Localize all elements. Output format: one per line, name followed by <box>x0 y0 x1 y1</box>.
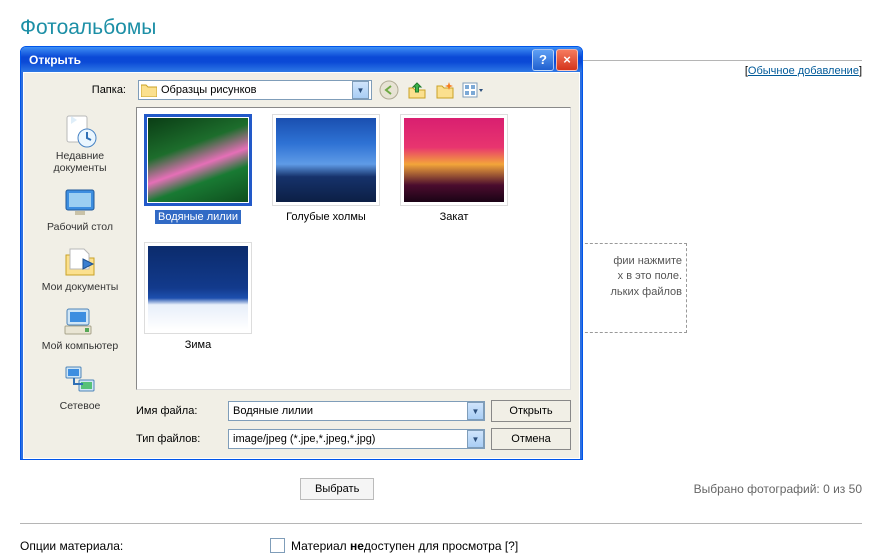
file-list: Водяные лилии Голубые холмы Закат Зима <box>136 107 571 390</box>
place-desktop[interactable]: Рабочий стол <box>31 180 129 238</box>
filetype-value: image/jpeg (*.jpe,*.jpeg,*.jpg) <box>233 433 467 445</box>
chevron-down-icon[interactable]: ▼ <box>467 430 484 448</box>
selection-count: Выбрано фотографий: 0 из 50 <box>694 482 862 496</box>
place-label: Недавние документы <box>33 151 127 174</box>
folder-icon <box>141 83 157 97</box>
plain-add-link[interactable]: Обычное добавление <box>748 65 859 77</box>
open-button[interactable]: Открыть <box>491 400 571 422</box>
place-mydocuments[interactable]: Мои документы <box>31 240 129 298</box>
dialog-title: Открыть <box>29 53 81 67</box>
computer-icon <box>33 303 127 339</box>
file-item[interactable]: Голубые холмы <box>271 114 381 224</box>
drop-hint-line: льких файлов <box>580 285 682 300</box>
place-recent[interactable]: Недавние документы <box>31 109 129 178</box>
file-name: Зима <box>182 338 214 352</box>
folder-label: Папка: <box>34 84 132 96</box>
drop-zone[interactable]: фии нажмите х в это поле. льких файлов <box>575 243 687 333</box>
filename-value: Водяные лилии <box>233 405 467 417</box>
filetype-label: Тип файлов: <box>136 433 222 445</box>
drop-hint-line: х в это поле. <box>580 269 682 284</box>
place-network[interactable]: Сетевое <box>31 359 129 417</box>
page-title: Фотоальбомы <box>20 16 862 40</box>
place-mycomputer[interactable]: Мой компьютер <box>31 299 129 357</box>
file-item[interactable]: Закат <box>399 114 509 224</box>
views-icon[interactable] <box>462 79 484 101</box>
recent-docs-icon <box>33 113 127 149</box>
place-label: Рабочий стол <box>33 222 127 234</box>
help-button[interactable]: ? <box>532 49 554 71</box>
chevron-down-icon[interactable]: ▼ <box>352 81 369 99</box>
close-button[interactable]: × <box>556 49 578 71</box>
folder-value: Образцы рисунков <box>157 84 352 96</box>
file-item[interactable]: Зима <box>143 242 253 352</box>
place-label: Мои документы <box>33 282 127 294</box>
network-icon <box>33 363 127 399</box>
new-folder-icon[interactable] <box>434 79 456 101</box>
desktop-icon <box>33 184 127 220</box>
filename-field[interactable]: Водяные лилии ▼ <box>228 401 485 421</box>
select-button[interactable]: Выбрать <box>300 478 374 500</box>
drop-hint-line: фии нажмите <box>580 254 682 269</box>
cancel-button[interactable]: Отмена <box>491 428 571 450</box>
places-bar: Недавние документы Рабочий стол Мои доку… <box>30 107 130 450</box>
material-unavailable-label: Материал недоступен для просмотра [?] <box>291 539 518 553</box>
file-name: Водяные лилии <box>155 210 241 224</box>
up-folder-icon[interactable] <box>406 79 428 101</box>
options-label: Опции материала: <box>20 539 270 553</box>
back-icon[interactable] <box>378 79 400 101</box>
file-name: Голубые холмы <box>283 210 369 224</box>
file-item[interactable]: Водяные лилии <box>143 114 253 224</box>
filename-label: Имя файла: <box>136 405 222 417</box>
place-label: Мой компьютер <box>33 341 127 353</box>
file-name: Закат <box>437 210 472 224</box>
folder-combo[interactable]: Образцы рисунков ▼ <box>138 80 372 100</box>
dialog-titlebar[interactable]: Открыть ? × <box>21 47 582 72</box>
chevron-down-icon[interactable]: ▼ <box>467 402 484 420</box>
material-unavailable-checkbox[interactable] <box>270 538 285 553</box>
mydocs-icon <box>33 244 127 280</box>
place-label: Сетевое <box>33 401 127 413</box>
open-file-dialog: Открыть ? × Папка: Образцы рисунков ▼ <box>20 46 583 460</box>
filetype-field[interactable]: image/jpeg (*.jpe,*.jpeg,*.jpg) ▼ <box>228 429 485 449</box>
